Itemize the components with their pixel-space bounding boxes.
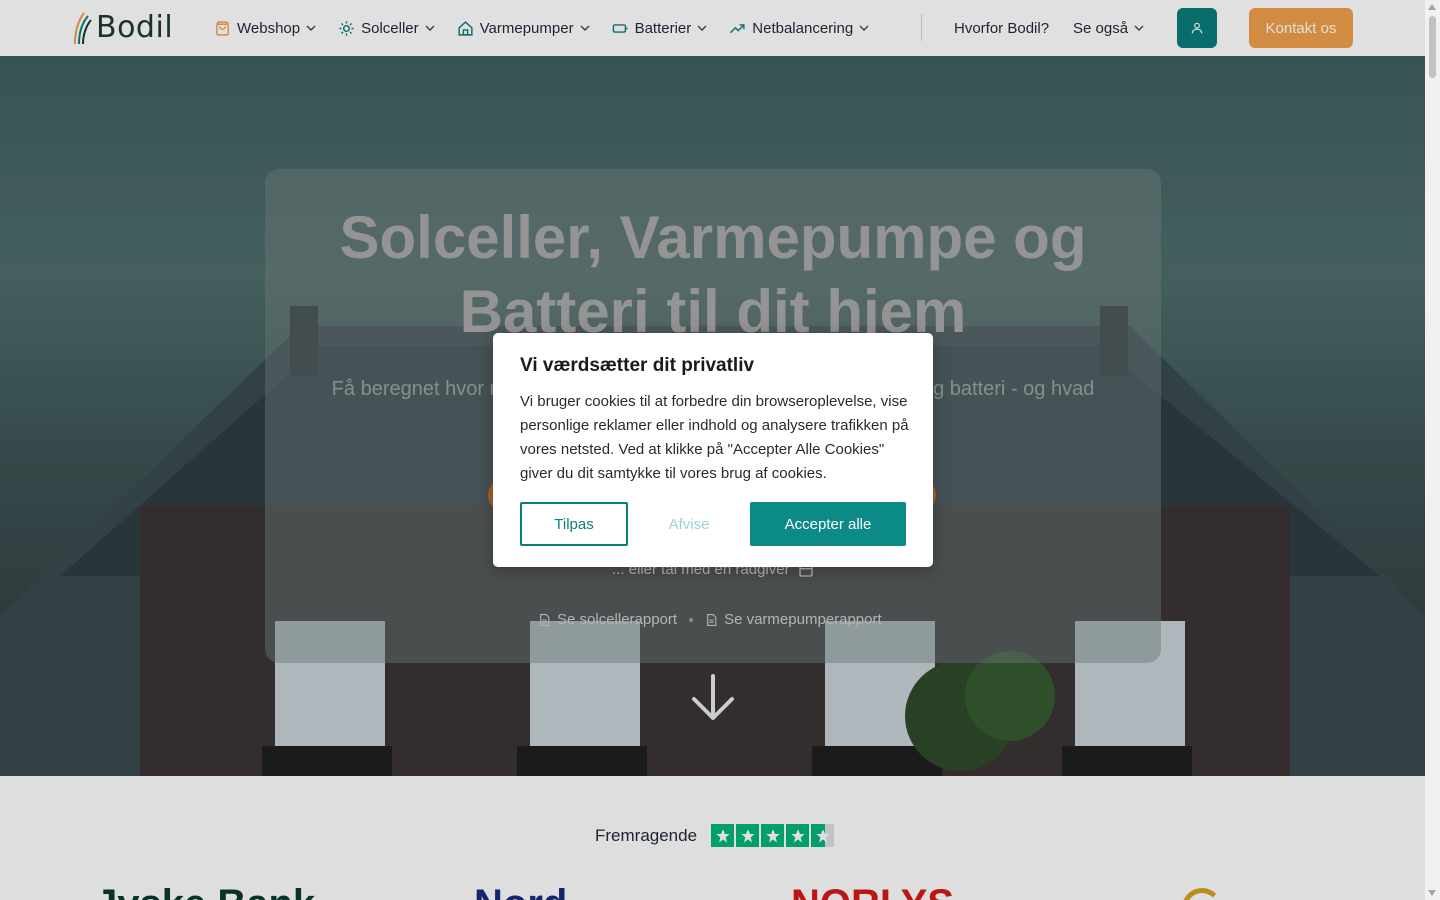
scroll-up-arrow-icon[interactable] <box>1428 4 1436 10</box>
accept-all-button[interactable]: Accepter alle <box>750 502 906 546</box>
scrollbar-thumb[interactable] <box>1429 16 1436 78</box>
cookie-consent-dialog: Vi værdsætter dit privatliv Vi bruger co… <box>493 333 933 567</box>
page-scrollbar[interactable] <box>1425 0 1440 900</box>
cookie-dialog-text: Vi bruger cookies til at forbedre din br… <box>520 393 909 482</box>
customize-button[interactable]: Tilpas <box>520 502 628 546</box>
scroll-down-arrow-icon[interactable] <box>1428 890 1436 896</box>
cookie-dialog-title: Vi værdsætter dit privatliv <box>520 355 755 376</box>
reject-button[interactable]: Afvise <box>633 502 745 546</box>
